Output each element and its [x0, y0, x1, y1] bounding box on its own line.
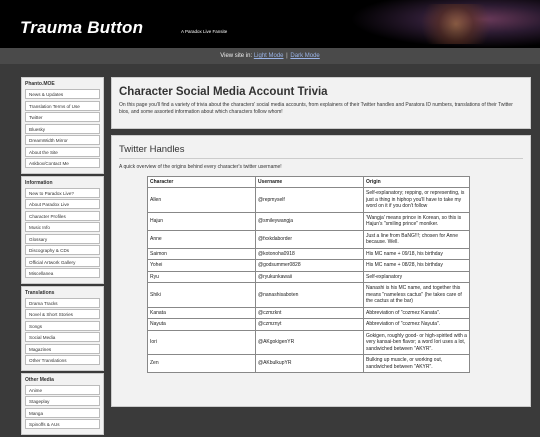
sidebar-item[interactable]: About Paradox Live	[25, 199, 100, 209]
table-row: Zen @AKbulkupYR Bulking up muscle, or work…	[147, 354, 470, 373]
sidebar-item[interactable]: Character Profiles	[25, 210, 100, 221]
character-cell: Iori	[147, 329, 256, 355]
character-cell: Nayuta	[147, 318, 256, 331]
sidebar-item[interactable]: Manga	[25, 407, 100, 418]
origin-cell: Self-explanatory	[363, 270, 470, 283]
table-row: Hajun @smileywangja 'Wangja' means prince …	[147, 211, 470, 231]
twitter-handles-table: Character Username Origin Allen @repmysel…	[147, 176, 470, 373]
section-heading: Twitter Handles	[119, 144, 523, 159]
username-cell: @czmzknt	[255, 306, 364, 319]
site-banner: Trauma Button A Paradox Live Fansite	[0, 0, 540, 48]
origin-cell: Gokigen, roughly good- or high-spirited …	[363, 329, 470, 355]
sidebar-group: Translations Drama Tracks Novel & Short St…	[21, 285, 104, 371]
sidebar-group-title: Phanto.MOE	[25, 81, 55, 87]
view-mode-separator: |	[286, 53, 288, 59]
sidebar: Phanto.MOE News & Updates Translation Term…	[21, 77, 104, 437]
table-row: Saimon @kotonoha0918 His MC name + 09/18, …	[147, 247, 470, 260]
sidebar-item[interactable]: Askbox/Contact Me	[25, 158, 100, 168]
sidebar-item[interactable]: Spinoffs & AUs	[25, 419, 100, 429]
username-cell: @smileywangja	[255, 211, 364, 231]
view-mode-bar: View site in: Light Mode | Dark Mode	[0, 48, 540, 64]
page-body: Phanto.MOE News & Updates Translation Term…	[0, 64, 540, 435]
intro-card: Character Social Media Account Trivia On…	[111, 77, 531, 129]
username-cell: @repmyself	[255, 187, 364, 213]
page-title: Character Social Media Account Trivia	[119, 86, 328, 98]
username-cell: @czmznyt	[255, 318, 364, 331]
sidebar-item[interactable]: Magazines	[25, 343, 100, 354]
column-header-character: Character	[147, 176, 256, 188]
sidebar-group: Other Media Anime Stageplay Manga Spinoffs &…	[21, 372, 104, 435]
sidebar-item[interactable]: Translation Terms of Use	[25, 100, 100, 111]
sidebar-item[interactable]: Bluesky	[25, 123, 100, 134]
light-mode-link[interactable]: Light Mode	[254, 53, 284, 59]
character-cell: Kanata	[147, 306, 256, 319]
origin-cell: Just a line from BaNG!!!; chosen for Ann…	[363, 229, 470, 249]
sidebar-item[interactable]: Official Artwork Gallery	[25, 256, 100, 267]
origin-cell: Bulking up muscle, or working out, sandw…	[363, 354, 470, 373]
sidebar-group-title: Other Media	[25, 376, 54, 383]
view-mode-label: View site in:	[220, 53, 253, 59]
sidebar-item[interactable]: Novel & Short Stories	[25, 309, 100, 319]
column-header-username: Username	[255, 176, 364, 188]
origin-cell: His MC name + 09/18, his birthday	[363, 247, 470, 260]
origin-cell: His MC name + 08/28, his birthday	[363, 259, 470, 272]
table-row: Iori @AKgokigenYR Gokigen, roughly good- o…	[147, 329, 470, 355]
dark-mode-link[interactable]: Dark Mode	[290, 53, 319, 59]
site-subtitle: A Paradox Live Fansite	[181, 29, 228, 34]
sidebar-item[interactable]: Other Translations	[25, 355, 100, 365]
table-header-row: Character Username Origin	[147, 176, 470, 188]
sidebar-item[interactable]: Discography & CDs	[25, 245, 100, 255]
character-cell: Anne	[147, 229, 256, 249]
sidebar-item[interactable]: Glossary	[25, 233, 100, 244]
main-content: Character Social Media Account Trivia On…	[111, 77, 531, 407]
sidebar-item[interactable]: Anime	[25, 384, 100, 395]
twitter-section: Twitter Handles A quick overview of the …	[111, 135, 531, 407]
table-row: Kanata @czmzknt Abbreviation of "cozmez Ka…	[147, 306, 470, 319]
sidebar-item[interactable]: DreamWidth Mirror	[25, 135, 100, 145]
origin-cell: Abbreviation of "cozmez Nayuta".	[363, 318, 470, 331]
character-cell: Saimon	[147, 247, 256, 260]
sidebar-group: Information New to Paradox Live? About Par…	[21, 175, 104, 284]
character-cell: Shiki	[147, 282, 256, 308]
character-cell: Yohei	[147, 259, 256, 272]
table-row: Ryu @ryukunkawaii Self-explanatory	[147, 270, 470, 283]
sidebar-group-title: Translations	[25, 289, 55, 296]
username-cell: @ryukunkawaii	[255, 270, 364, 283]
sidebar-group: Phanto.MOE News & Updates Translation Term…	[21, 77, 104, 174]
username-cell: @kotonoha0918	[255, 247, 364, 260]
username-cell: @fxxkdaborder	[255, 229, 364, 249]
sidebar-item[interactable]: Social Media	[25, 332, 100, 342]
intro-text: On this page you'll find a variety of tr…	[119, 102, 513, 115]
username-cell: @AKbulkupYR	[255, 354, 364, 373]
origin-cell: 'Wangja' means prince in Korean, so this…	[363, 211, 470, 231]
column-header-origin: Origin	[363, 176, 470, 188]
sidebar-item[interactable]: New to Paradox Live?	[25, 187, 100, 198]
username-cell: @nanashisaboten	[255, 282, 364, 308]
table-row: Shiki @nanashisaboten Nanashi is his MC na…	[147, 282, 470, 308]
table-row: Nayuta @czmznyt Abbreviation of "cozmez Na…	[147, 318, 470, 331]
character-cell: Zen	[147, 354, 256, 373]
character-cell: Allen	[147, 187, 256, 213]
sidebar-item[interactable]: About the Site	[25, 146, 100, 157]
character-cell: Ryu	[147, 270, 256, 283]
site-title[interactable]: Trauma Button	[20, 18, 143, 38]
sidebar-group-title: Information	[25, 179, 53, 186]
table-row: Allen @repmyself Self-explanatory; repping…	[147, 187, 470, 213]
sidebar-item[interactable]: Twitter	[25, 112, 100, 122]
origin-cell: Self-explanatory; repping, or representi…	[363, 187, 470, 213]
table-row: Anne @fxxkdaborder Just a line from BaNG!!…	[147, 229, 470, 249]
sidebar-item[interactable]: Songs	[25, 320, 100, 331]
banner-artwork-glow	[420, 4, 510, 44]
sidebar-item[interactable]: Miscellanea	[25, 268, 100, 278]
character-cell: Hajun	[147, 211, 256, 231]
username-cell: @godsummer0828	[255, 259, 364, 272]
sidebar-item[interactable]: News & Updates	[25, 89, 100, 99]
origin-cell: Nanashi is his MC name, and together thi…	[363, 282, 470, 308]
origin-cell: Abbreviation of "cozmez Kanata".	[363, 306, 470, 319]
table-row: Yohei @godsummer0828 His MC name + 08/28, …	[147, 259, 470, 272]
sidebar-item[interactable]: Music Info	[25, 222, 100, 232]
section-description: A quick overview of the origins behind e…	[119, 164, 282, 170]
username-cell: @AKgokigenYR	[255, 329, 364, 355]
sidebar-item[interactable]: Drama Tracks	[25, 297, 100, 308]
